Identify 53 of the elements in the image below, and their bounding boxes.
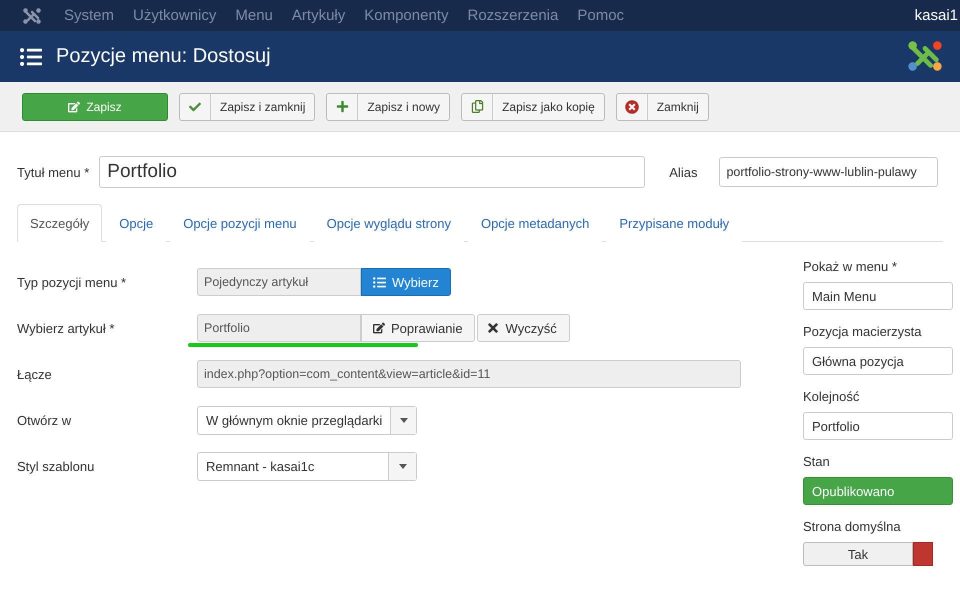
field-label: Pokaż w menu * <box>803 259 898 274</box>
page-title: Pozycje menu: Dostosuj <box>56 45 271 68</box>
edit-icon <box>68 100 80 112</box>
toolbar-button[interactable]: Zapisz jako kopię <box>461 92 605 120</box>
menu-item[interactable]: Komponenty <box>364 7 448 24</box>
list-icon <box>373 276 386 288</box>
field-label: Pozycja macierzysta <box>803 324 922 339</box>
field-label: Tytuł menu * <box>17 164 90 180</box>
copy-icon <box>470 100 484 113</box>
toolbar-button[interactable]: Zapisz i nowy <box>326 92 450 120</box>
link-field: index.php?option=com_content&view=article&id=11 <box>197 360 741 388</box>
select-field[interactable]: Portfolio <box>803 412 953 440</box>
toggle-option[interactable]: Tak <box>803 542 913 566</box>
field-button[interactable]: Wyczyść <box>476 314 570 342</box>
alias-field[interactable]: portfolio-strony-www-lublin-pulawy <box>719 157 938 187</box>
select-field[interactable]: W głównym oknie przeglądarki <box>197 406 417 434</box>
toolbar-button[interactable]: Zapisz i zamknij <box>179 92 316 120</box>
close-icon <box>486 321 500 335</box>
field-label: Stan <box>803 454 831 469</box>
check-icon <box>189 100 201 112</box>
menu-item[interactable]: Pomoc <box>577 7 624 24</box>
field-label: Kolejność <box>803 389 860 404</box>
select-field[interactable]: Główna pozycja <box>803 347 953 375</box>
field-button[interactable]: Poprawianie <box>361 314 475 342</box>
list-icon <box>20 46 42 68</box>
select-field[interactable]: Main Menu <box>803 282 953 310</box>
logo-icon <box>22 6 42 26</box>
field-label: Styl szablonu <box>17 458 96 474</box>
field-label: Strona domyślna <box>803 519 902 534</box>
edit-icon <box>373 322 385 334</box>
user-name[interactable]: kasai1 <box>914 7 958 24</box>
field-label: Łącze <box>17 366 53 382</box>
field-button[interactable]: Wybierz <box>361 268 451 296</box>
caret-icon <box>400 418 408 422</box>
field-label: Wybierz artykuł * <box>17 320 116 336</box>
tab[interactable]: Szczegóły <box>17 204 102 242</box>
menu-item[interactable]: Artykuły <box>292 7 346 24</box>
field-label: Typ pozycji menu * <box>17 274 128 290</box>
menu-item[interactable]: Użytkownicy <box>133 7 216 24</box>
field-label: Alias <box>669 164 698 180</box>
menu-item[interactable]: Rozszerzenia <box>467 7 558 24</box>
menu-item[interactable]: Menu <box>235 7 273 24</box>
caret-icon <box>398 464 406 468</box>
readonly-field: Pojedynczy artykuł <box>197 268 361 296</box>
menu-item[interactable]: System <box>64 7 114 24</box>
readonly-field: Portfolio <box>197 314 361 342</box>
title-field[interactable]: Portfolio <box>99 156 646 188</box>
field-label: Otwórz w <box>17 412 72 428</box>
select-field[interactable]: Remnant - kasai1c <box>197 452 417 480</box>
close-icon <box>624 100 639 114</box>
toolbar-button[interactable]: Zamknij <box>616 92 709 120</box>
toggle-option[interactable] <box>913 542 933 566</box>
plus-icon <box>336 100 349 113</box>
